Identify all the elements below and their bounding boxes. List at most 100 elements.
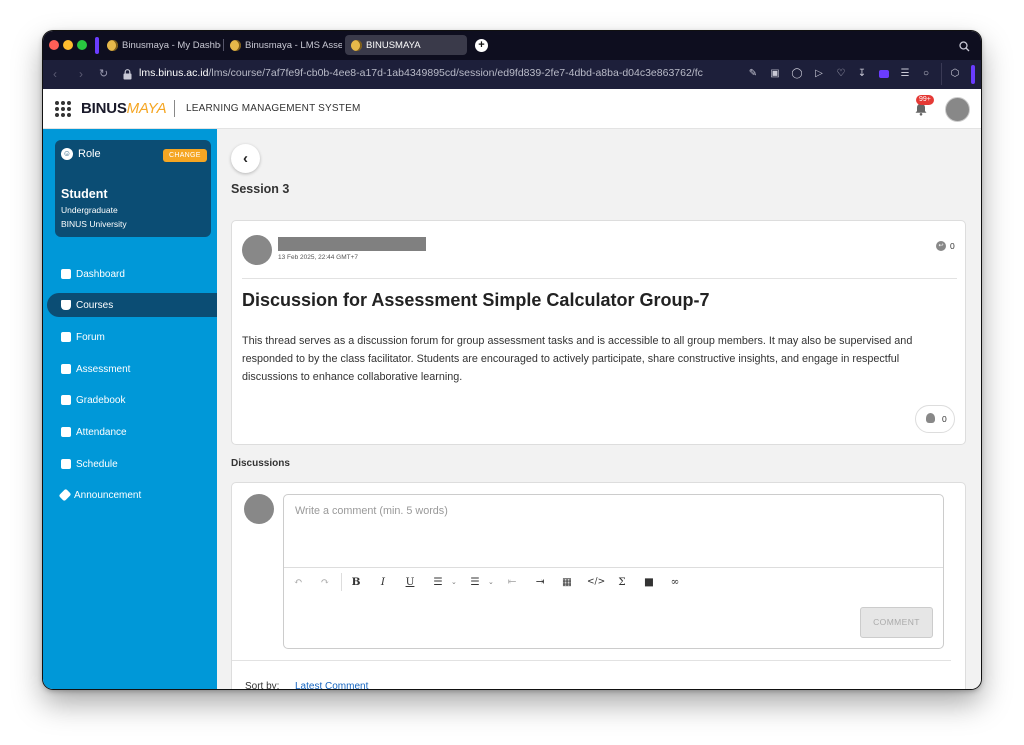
system-title: LEARNING MANAGEMENT SYSTEM — [186, 103, 361, 114]
outdent-icon[interactable]: ⇤ — [505, 575, 519, 589]
binusmaya-favicon-icon — [230, 39, 241, 51]
thread-post-card: 13 Feb 2025, 22:44 GMT+7 ↩ 0 Discussion … — [231, 220, 966, 445]
discussions-card: Write a comment (min. 5 words) ↶ ↷ B I U… — [231, 482, 966, 689]
bold-icon[interactable]: B — [349, 575, 363, 589]
reply-icon[interactable]: ↩ — [936, 241, 946, 251]
bullet-list-icon[interactable]: ☰ — [431, 575, 445, 589]
comment-input[interactable]: Write a comment (min. 5 words) — [295, 505, 448, 517]
undo-icon[interactable]: ↶ — [291, 575, 305, 589]
thread-body: This thread serves as a discussion forum… — [242, 335, 913, 383]
role-label: Role — [78, 148, 101, 160]
chevron-left-icon: ‹ — [243, 150, 248, 167]
browser-tab-lms-assessment[interactable]: Binusmaya - LMS Asses — [224, 35, 342, 55]
sidebar-item-dashboard[interactable]: Dashboard — [47, 262, 217, 286]
browser-window: Binusmaya - My Dashbo Binusmaya - LMS As… — [43, 31, 981, 689]
schedule-icon — [61, 459, 71, 469]
courses-icon — [61, 300, 71, 310]
sidebar-toggle-marker[interactable] — [971, 65, 975, 84]
formula-sigma-icon[interactable]: Σ — [615, 575, 629, 589]
address-bar: ‹ › ↻ lms.binus.ac.id/lms/course/7af7fe9… — [43, 60, 981, 89]
notification-badge: 99+ — [916, 95, 934, 105]
back-button[interactable]: ‹ — [231, 144, 260, 173]
role-name: Student — [61, 187, 108, 201]
lock-icon — [123, 69, 132, 80]
reply-count: 0 — [950, 241, 955, 251]
browser-tab-bar: Binusmaya - My Dashbo Binusmaya - LMS As… — [43, 31, 981, 60]
sidebar-item-courses[interactable]: Courses — [47, 293, 217, 317]
back-arrow-icon[interactable]: ‹ — [53, 67, 57, 81]
new-tab-plus-icon[interactable]: + — [475, 39, 488, 52]
sidebar-item-gradebook[interactable]: Gradebook — [47, 388, 217, 412]
underline-icon[interactable]: U — [403, 575, 417, 589]
indent-icon[interactable]: ⇥ — [533, 575, 547, 589]
comment-editor[interactable]: Write a comment (min. 5 words) ↶ ↷ B I U… — [283, 494, 944, 649]
dashboard-icon — [61, 269, 71, 279]
current-user-avatar — [244, 494, 274, 524]
main-content: ‹ Session 3 13 Feb 2025, 22:44 GMT+7 ↩ 0… — [217, 129, 981, 689]
heart-icon[interactable]: ♡ — [835, 68, 847, 80]
camera-icon[interactable]: ▣ — [769, 68, 781, 80]
close-window-button[interactable] — [49, 40, 59, 50]
sidebar-item-label: Attendance — [76, 426, 127, 438]
idea-like-button[interactable]: 0 — [915, 405, 955, 433]
edit-icon[interactable]: ✎ — [747, 68, 759, 80]
attendance-icon — [61, 427, 71, 437]
sidebar-item-label: Courses — [76, 299, 114, 311]
search-icon[interactable] — [959, 41, 970, 52]
url-field[interactable]: lms.binus.ac.id/lms/course/7af7fe9f-cb0b… — [139, 67, 703, 79]
attachment-icon[interactable]: ∞ — [668, 575, 682, 589]
sidebar-item-label: Schedule — [76, 458, 118, 470]
binusmaya-favicon-icon — [351, 39, 362, 51]
browser-tab-dashboard[interactable]: Binusmaya - My Dashbo — [101, 35, 221, 55]
sidebar-item-schedule[interactable]: Schedule — [47, 452, 217, 476]
author-avatar — [242, 235, 272, 265]
sort-label: Sort by: — [245, 681, 280, 689]
italic-icon[interactable]: I — [376, 575, 390, 589]
assessment-icon — [61, 364, 71, 374]
shield-icon[interactable]: ◯ — [791, 68, 803, 80]
site-header: BINUSMAYA LEARNING MANAGEMENT SYSTEM 99+ — [43, 89, 981, 129]
maximize-window-button[interactable] — [77, 40, 87, 50]
like-count: 0 — [942, 414, 947, 424]
sidebar-item-announcement[interactable]: Announcement — [47, 483, 217, 507]
minimize-window-button[interactable] — [63, 40, 73, 50]
sidebar-item-label: Dashboard — [76, 268, 125, 280]
play-icon[interactable]: ▷ — [813, 68, 825, 80]
sidebar-item-attendance[interactable]: Attendance — [47, 420, 217, 444]
lightbulb-icon — [926, 413, 935, 423]
gradebook-icon — [61, 395, 71, 405]
code-icon[interactable]: </> — [587, 575, 605, 589]
announcement-icon — [58, 488, 72, 502]
extension-icon[interactable] — [879, 70, 889, 78]
redo-icon[interactable]: ↷ — [318, 575, 332, 589]
discussions-heading: Discussions — [231, 458, 290, 469]
profile-icon[interactable]: ○ — [920, 68, 932, 80]
binusmaya-logo[interactable]: BINUSMAYA — [81, 100, 167, 117]
apps-grid-icon[interactable] — [55, 101, 71, 117]
reload-icon[interactable]: ↻ — [99, 67, 108, 81]
sort-dropdown[interactable]: Latest Comment — [295, 681, 368, 689]
numbered-list-icon[interactable]: ☰ — [468, 575, 482, 589]
redacted-author-name — [278, 237, 426, 251]
sidebar-item-assessment[interactable]: Assessment — [47, 357, 217, 381]
chevron-down-icon[interactable]: ⌄ — [451, 578, 457, 586]
chevron-down-icon[interactable]: ⌄ — [488, 578, 494, 586]
user-face-icon: ☺ — [61, 148, 73, 160]
sidebar-item-label: Assessment — [76, 363, 131, 375]
comment-button[interactable]: COMMENT — [860, 607, 933, 638]
cube-icon[interactable]: ⬡ — [949, 68, 961, 80]
image-icon[interactable]: ■ — [642, 575, 656, 589]
table-icon[interactable]: ▦ — [560, 575, 574, 589]
sidebar-item-label: Forum — [76, 331, 105, 343]
page-title: Session 3 — [231, 182, 290, 196]
forward-arrow-icon[interactable]: › — [79, 67, 83, 81]
browser-tab-binusmaya[interactable]: BINUSMAYA — [345, 35, 467, 55]
download-icon[interactable]: ↧ — [856, 68, 868, 80]
change-role-button[interactable]: CHANGE — [163, 149, 207, 162]
user-avatar[interactable] — [945, 97, 970, 122]
role-level: Undergraduate — [61, 205, 118, 215]
settings-sliders-icon[interactable]: ☰ — [899, 68, 911, 80]
sidebar-item-forum[interactable]: Forum — [47, 325, 217, 349]
sidebar-item-label: Gradebook — [76, 394, 126, 406]
thread-title: Discussion for Assessment Simple Calcula… — [242, 290, 710, 310]
